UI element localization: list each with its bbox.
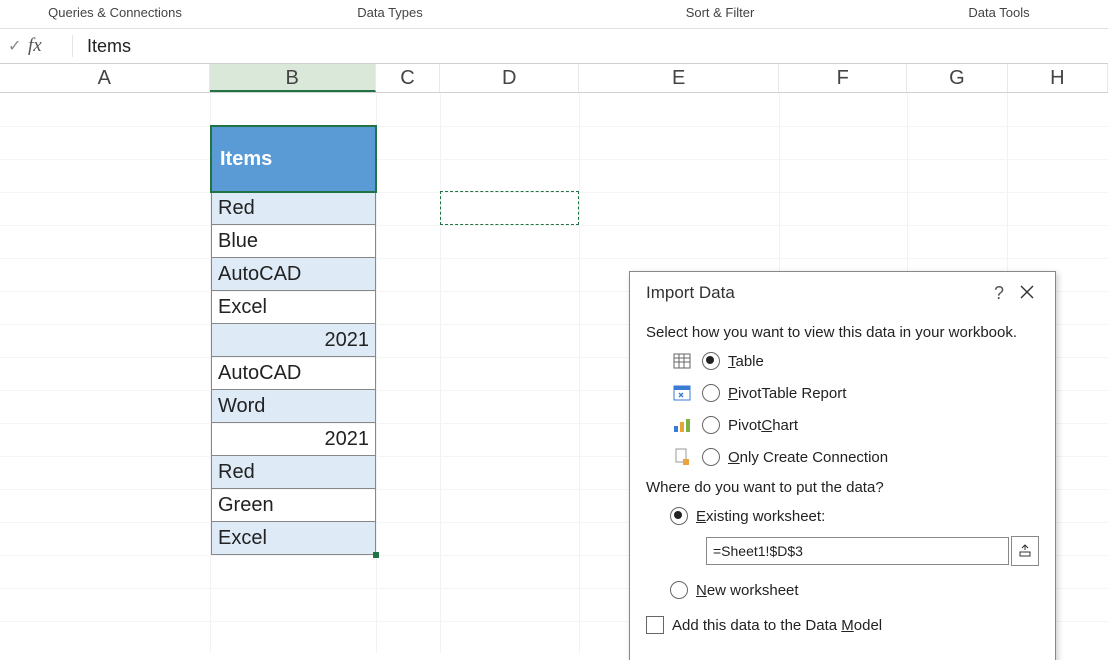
table-row[interactable]: Excel xyxy=(211,291,376,324)
dialog-title: Import Data xyxy=(646,283,987,303)
option-table[interactable]: Table xyxy=(670,345,1039,377)
radio-new-worksheet[interactable] xyxy=(670,581,688,599)
option-new-worksheet[interactable]: New worksheet xyxy=(670,574,1039,606)
formula-bar: ✓ fx Items xyxy=(0,29,1108,64)
table-row[interactable]: Word xyxy=(211,390,376,423)
destination-cell-marquee xyxy=(440,191,579,225)
table-row[interactable]: 2021 xyxy=(211,324,376,357)
table-header-label: Items xyxy=(220,148,272,171)
checkbox-data-model-label: Add this data to the Data Model xyxy=(672,617,882,634)
radio-pivottable-report[interactable] xyxy=(702,384,720,402)
formula-enter-icon[interactable]: ✓ xyxy=(8,36,28,56)
option-only-connection[interactable]: Only Create Connection xyxy=(670,441,1039,473)
close-icon xyxy=(1020,285,1034,299)
option-pivottable-label: PivotTable Report xyxy=(728,385,846,402)
items-table: Items Red Blue AutoCAD Excel 2021 AutoCA… xyxy=(211,126,376,555)
option-only-connection-label: Only Create Connection xyxy=(728,449,888,466)
ribbon-group-labels: Queries & Connections Data Types Sort & … xyxy=(0,0,1108,29)
table-row[interactable]: Green xyxy=(211,489,376,522)
pivottable-icon xyxy=(670,383,694,403)
checkbox-data-model-row[interactable]: Add this data to the Data Model xyxy=(646,616,1039,634)
col-header-d[interactable]: D xyxy=(440,64,579,92)
pivotchart-icon xyxy=(670,415,694,435)
connection-icon xyxy=(670,447,694,467)
col-header-f[interactable]: F xyxy=(779,64,907,92)
section-view-label: Select how you want to view this data in… xyxy=(646,324,1039,341)
option-pivotchart[interactable]: PivotChart xyxy=(670,409,1039,441)
table-row[interactable]: Excel xyxy=(211,522,376,555)
checkbox-data-model[interactable] xyxy=(646,616,664,634)
col-header-a[interactable]: A xyxy=(0,64,210,92)
fill-handle[interactable] xyxy=(373,552,379,558)
radio-only-connection[interactable] xyxy=(702,448,720,466)
option-pivottable-report[interactable]: PivotTable Report xyxy=(670,377,1039,409)
ribbon-group-queries: Queries & Connections xyxy=(0,5,230,20)
col-header-g[interactable]: G xyxy=(907,64,1007,92)
option-pivotchart-label: PivotChart xyxy=(728,417,798,434)
option-new-label: New worksheet xyxy=(696,582,799,599)
import-data-dialog: Import Data ? Select how you want to vie… xyxy=(629,271,1056,660)
option-existing-worksheet[interactable]: Existing worksheet: xyxy=(670,500,1039,532)
help-button[interactable]: ? xyxy=(987,283,1011,304)
col-header-e[interactable]: E xyxy=(579,64,779,92)
location-input[interactable]: =Sheet1!$D$3 xyxy=(706,537,1009,565)
column-headers: A B C D E F G H xyxy=(0,64,1108,93)
fx-icon[interactable]: fx xyxy=(28,35,73,57)
table-row[interactable]: AutoCAD xyxy=(211,357,376,390)
radio-table[interactable] xyxy=(702,352,720,370)
table-icon xyxy=(670,351,694,371)
spreadsheet-grid[interactable]: Items Red Blue AutoCAD Excel 2021 AutoCA… xyxy=(0,93,1108,653)
ribbon-group-datatools: Data Tools xyxy=(890,5,1108,20)
radio-pivotchart[interactable] xyxy=(702,416,720,434)
dialog-titlebar[interactable]: Import Data ? xyxy=(630,272,1055,314)
radio-existing-worksheet[interactable] xyxy=(670,507,688,525)
section-location-label: Where do you want to put the data? xyxy=(646,479,1039,496)
col-header-c[interactable]: C xyxy=(376,64,441,92)
col-header-b[interactable]: B xyxy=(210,64,376,92)
dialog-button-row: Properties... ▼ OK Cancel xyxy=(630,656,1055,660)
ribbon-group-datatypes: Data Types xyxy=(230,5,550,20)
range-picker-button[interactable] xyxy=(1011,536,1039,566)
table-row[interactable]: Red xyxy=(211,456,376,489)
table-row[interactable]: Blue xyxy=(211,225,376,258)
col-header-h[interactable]: H xyxy=(1008,64,1108,92)
table-row[interactable]: Red xyxy=(211,192,376,225)
table-row[interactable]: 2021 xyxy=(211,423,376,456)
close-button[interactable] xyxy=(1011,285,1043,302)
option-table-label: Table xyxy=(728,353,764,370)
table-row[interactable]: AutoCAD xyxy=(211,258,376,291)
formula-content[interactable]: Items xyxy=(73,36,131,57)
ribbon-group-sortfilter: Sort & Filter xyxy=(550,5,890,20)
location-input-row: =Sheet1!$D$3 xyxy=(706,536,1039,566)
option-existing-label: Existing worksheet: xyxy=(696,508,825,525)
table-header-cell[interactable]: Items xyxy=(211,126,376,192)
range-picker-icon xyxy=(1018,544,1032,558)
